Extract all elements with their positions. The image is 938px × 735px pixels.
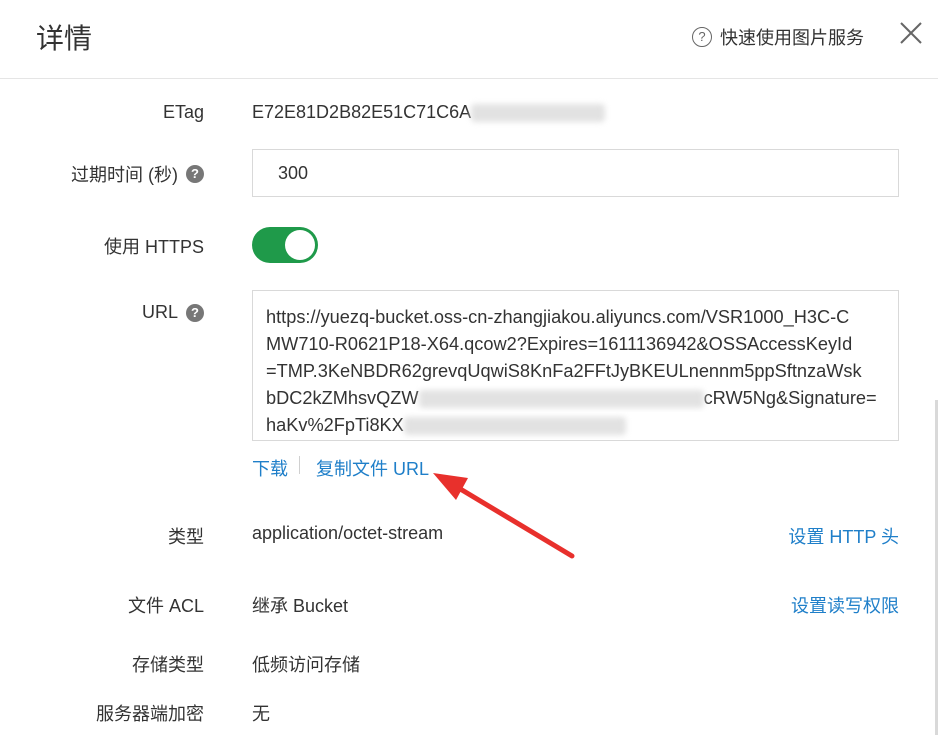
url-line-end: cRW5Ng&Signature= — [703, 388, 877, 408]
set-acl-link[interactable]: 设置读写权限 — [791, 592, 899, 618]
url-label-text: URL — [141, 302, 178, 322]
storage-class-value: 低频访问存储 — [252, 655, 360, 675]
acl-value: 继承 Bucket — [252, 596, 349, 616]
url-line: bDC2kZMhsvQZW cRW5Ng&Signature= — [266, 385, 885, 412]
expire-label: 过期时间 (秒) ? — [71, 161, 204, 187]
https-label: 使用 HTTPS — [103, 237, 204, 257]
etag-text: E72E81D2B82E51C71C6A — [252, 102, 472, 122]
expire-seconds-input[interactable] — [252, 149, 899, 197]
url-line-start: haKv%2FpTi8KX — [266, 415, 404, 435]
question-help-icon[interactable]: ? — [186, 165, 204, 183]
question-circle-icon: ? — [692, 27, 712, 47]
type-label: 类型 — [168, 527, 204, 547]
url-line-start: bDC2kZMhsvQZW — [266, 388, 419, 408]
storage-class-label: 存储类型 — [132, 655, 204, 675]
https-toggle[interactable] — [252, 227, 318, 263]
etag-label: ETag — [162, 102, 204, 122]
expire-label-text: 过期时间 (秒) — [71, 165, 178, 185]
link-divider — [299, 456, 300, 474]
url-label: URL ? — [142, 302, 204, 323]
etag-value: E72E81D2B82E51C71C6A — [252, 102, 606, 123]
quick-help-link[interactable]: ? 快速使用图片服务 — [692, 24, 864, 50]
download-link[interactable]: 下载 — [252, 455, 288, 481]
type-value: application/octet-stream — [252, 523, 444, 543]
panel-header: 详情 ? 快速使用图片服务 — [0, 0, 938, 79]
encryption-value: 无 — [252, 704, 270, 724]
redacted-blur — [403, 417, 626, 436]
page-title: 详情 — [36, 23, 93, 54]
url-line: haKv%2FpTi8KX — [266, 412, 885, 439]
redacted-blur — [471, 104, 606, 123]
acl-label: 文件 ACL — [127, 596, 204, 616]
url-line: =TMP.3KeNBDR62grevqUqwiS8KnFa2FFtJyBKEUL… — [266, 361, 862, 381]
detail-panel: 详情 ? 快速使用图片服务 ETag E72E81D2B82E51C71C6A … — [0, 0, 938, 735]
question-help-icon[interactable]: ? — [186, 303, 204, 322]
quick-help-label: 快速使用图片服务 — [720, 28, 864, 48]
url-line: MW710-R0621P18-X64.qcow2?Expires=1611136… — [266, 334, 853, 354]
toggle-knob — [285, 230, 315, 260]
url-textarea[interactable]: https://yuezq-bucket.oss-cn-zhangjiakou.… — [252, 290, 899, 441]
set-http-header-link[interactable]: 设置 HTTP 头 — [788, 523, 899, 549]
redacted-blur — [418, 390, 704, 409]
url-line: https://yuezq-bucket.oss-cn-zhangjiakou.… — [266, 307, 850, 327]
encryption-label: 服务器端加密 — [96, 704, 204, 724]
close-icon[interactable] — [898, 20, 924, 46]
copy-file-url-link[interactable]: 复制文件 URL — [316, 455, 429, 481]
